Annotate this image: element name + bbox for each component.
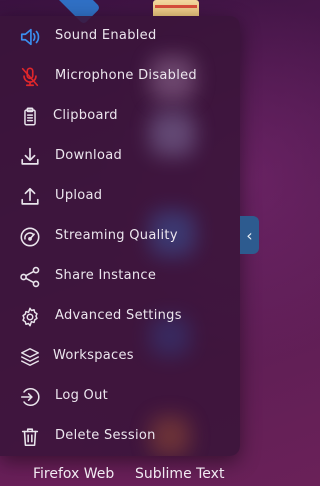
menu-item-label: Streaming Quality (55, 228, 178, 243)
logout-icon (19, 386, 41, 408)
gauge-icon (19, 226, 41, 248)
dock-app-sublime-text[interactable]: Sublime Text (135, 466, 224, 482)
session-menu-panel: Sound Enabled Microphone Disabled Clipbo… (0, 16, 240, 456)
menu-item-label: Sound Enabled (55, 28, 157, 43)
menu-list: Sound Enabled Microphone Disabled Clipbo… (0, 16, 240, 456)
upload-icon (19, 186, 41, 208)
menu-item-advanced-settings[interactable]: Advanced Settings (0, 296, 240, 336)
menu-item-log-out[interactable]: Log Out (0, 376, 240, 416)
collapse-menu-button[interactable]: ‹ (240, 216, 259, 254)
menu-item-sound[interactable]: Sound Enabled (0, 16, 240, 56)
menu-item-download[interactable]: Download (0, 136, 240, 176)
menu-item-label: Advanced Settings (55, 308, 182, 323)
clipboard-icon (19, 106, 41, 128)
menu-item-label: Share Instance (55, 268, 157, 283)
menu-item-label: Upload (55, 188, 103, 203)
menu-item-label: Workspaces (53, 348, 134, 363)
download-icon (19, 146, 41, 168)
share-icon (19, 266, 41, 288)
menu-item-label: Clipboard (53, 108, 118, 123)
layers-icon (19, 346, 41, 368)
menu-item-label: Log Out (55, 388, 109, 403)
folder-icon (153, 0, 199, 16)
trash-icon (19, 426, 41, 448)
speaker-icon (19, 26, 41, 48)
menu-item-clipboard[interactable]: Clipboard (0, 96, 240, 136)
menu-item-label: Delete Session (55, 428, 156, 443)
menu-item-share-instance[interactable]: Share Instance (0, 256, 240, 296)
gear-icon (19, 306, 41, 328)
menu-item-label: Download (55, 148, 123, 163)
microphone-muted-icon (19, 66, 41, 88)
menu-item-microphone[interactable]: Microphone Disabled (0, 56, 240, 96)
menu-item-streaming-quality[interactable]: Streaming Quality (0, 216, 240, 256)
menu-item-upload[interactable]: Upload (0, 176, 240, 216)
chevron-left-icon: ‹ (246, 225, 253, 245)
menu-item-delete-session[interactable]: Delete Session (0, 416, 240, 456)
dock-app-firefox-web[interactable]: Firefox Web (33, 466, 114, 482)
menu-item-label: Microphone Disabled (55, 68, 197, 83)
menu-item-workspaces[interactable]: Workspaces (0, 336, 240, 376)
